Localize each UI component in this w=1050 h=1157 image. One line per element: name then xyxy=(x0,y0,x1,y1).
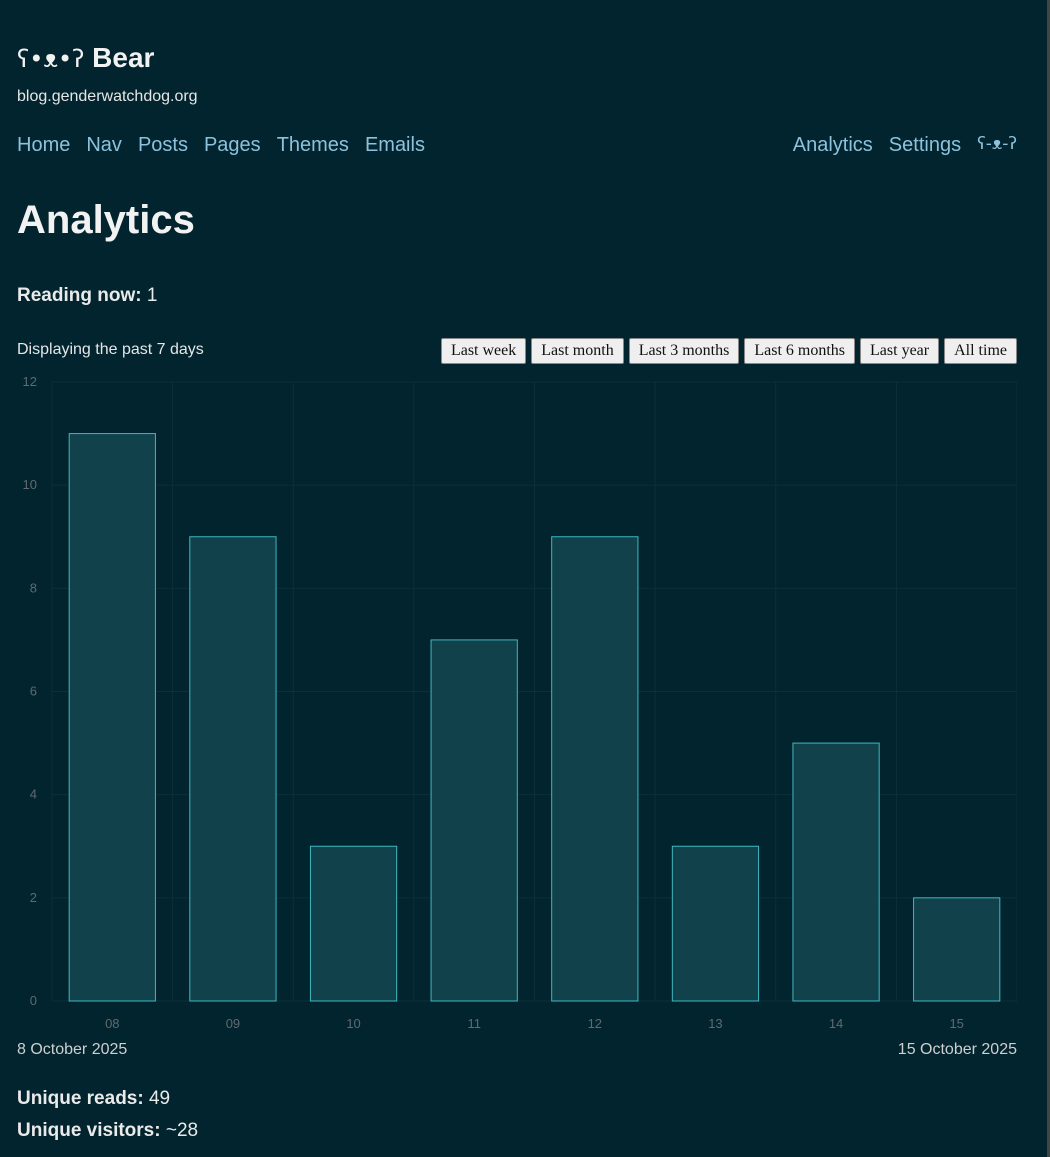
nav-analytics[interactable]: Analytics xyxy=(793,134,873,157)
chart-svg: 0 2 4 6 8 10 12 08 09 10 11 12 13 14 15 xyxy=(23,374,1017,1031)
reading-now-label: Reading now: xyxy=(17,285,142,306)
x-tick-label: 12 xyxy=(588,1016,602,1031)
site-title[interactable]: ʕ•ᴥ•ʔ Bear xyxy=(17,42,154,74)
reads-bar-chart: 0 2 4 6 8 10 12 08 09 10 11 12 13 14 15 xyxy=(17,372,1017,1032)
displaying-range-text: Displaying the past 7 days xyxy=(17,341,204,358)
unique-visitors-value: ~28 xyxy=(165,1120,199,1141)
bar xyxy=(551,536,639,1002)
unique-reads-value: 49 xyxy=(148,1088,171,1109)
y-tick-label: 10 xyxy=(23,477,37,492)
range-last-week-button[interactable]: Last week xyxy=(440,338,527,364)
range-last-month-button[interactable]: Last month xyxy=(531,338,624,364)
bar xyxy=(430,639,518,1002)
site-domain: blog.genderwatchdog.org xyxy=(17,88,198,105)
bar xyxy=(913,897,1001,1002)
page-title: Analytics xyxy=(17,198,195,242)
reading-now-value: 1 xyxy=(146,285,158,306)
nav-settings[interactable]: Settings xyxy=(889,134,961,157)
y-tick-label: 12 xyxy=(23,374,37,389)
nav-left: Home Nav Posts Pages Themes Emails xyxy=(17,134,425,157)
x-tick-label: 14 xyxy=(829,1016,843,1031)
y-tick-label: 4 xyxy=(30,787,37,802)
nav-posts[interactable]: Posts xyxy=(138,134,188,157)
nav-pages[interactable]: Pages xyxy=(204,134,261,157)
x-tick-label: 15 xyxy=(949,1016,963,1031)
date-range-end: 15 October 2025 xyxy=(897,1041,1017,1058)
bar xyxy=(671,845,760,1002)
x-tick-label: 13 xyxy=(708,1016,722,1031)
x-tick-label: 11 xyxy=(467,1016,481,1031)
range-buttons: Last week Last month Last 3 months Last … xyxy=(440,338,1017,364)
site-name: Bear xyxy=(92,42,155,73)
date-range-start: 8 October 2025 xyxy=(17,1041,128,1058)
unique-reads: Unique reads: 49 xyxy=(17,1088,170,1110)
nav-right: Analytics Settings ʕ-ᴥ-ʔ xyxy=(793,134,1017,157)
main-nav: Home Nav Posts Pages Themes Emails Analy… xyxy=(17,134,1017,160)
y-tick-label: 0 xyxy=(30,993,37,1008)
range-all-time-button[interactable]: All time xyxy=(944,338,1017,364)
x-tick-label: 10 xyxy=(346,1016,360,1031)
range-last-year-button[interactable]: Last year xyxy=(860,338,940,364)
x-tick-label: 08 xyxy=(105,1016,119,1031)
range-last-6-months-button[interactable]: Last 6 months xyxy=(744,338,856,364)
nav-nav[interactable]: Nav xyxy=(86,134,122,157)
nav-themes[interactable]: Themes xyxy=(277,134,349,157)
reading-now: Reading now: 1 xyxy=(17,285,157,307)
y-tick-label: 2 xyxy=(30,890,37,905)
unique-reads-label: Unique reads: xyxy=(17,1088,144,1109)
nav-emails[interactable]: Emails xyxy=(365,134,425,157)
x-tick-label: 09 xyxy=(226,1016,240,1031)
bar xyxy=(68,433,156,1002)
y-tick-label: 8 xyxy=(30,580,37,595)
bar xyxy=(309,845,398,1002)
y-tick-label: 6 xyxy=(30,684,37,699)
bear-logo-glyph: ʕ•ᴥ•ʔ xyxy=(17,45,85,73)
nav-home[interactable]: Home xyxy=(17,134,70,157)
bar xyxy=(189,536,277,1002)
bar xyxy=(792,742,880,1002)
unique-visitors-label: Unique visitors: xyxy=(17,1120,161,1141)
range-last-3-months-button[interactable]: Last 3 months xyxy=(628,338,740,364)
unique-visitors: Unique visitors: ~28 xyxy=(17,1120,198,1142)
account-bear-icon[interactable]: ʕ-ᴥ-ʔ xyxy=(977,134,1017,157)
